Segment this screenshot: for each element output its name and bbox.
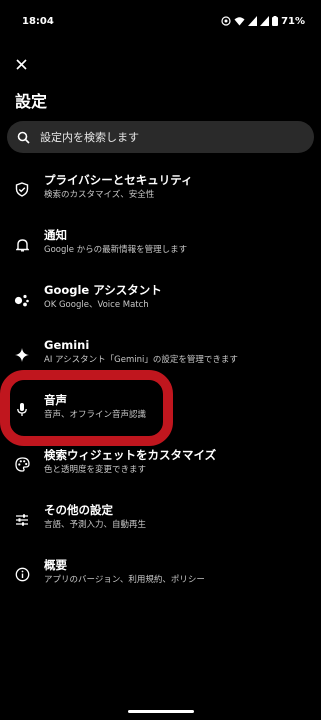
palette-icon xyxy=(14,457,30,473)
setting-subtitle: AI アシスタント「Gemini」の設定を管理できます xyxy=(44,355,238,365)
setting-title: 通知 xyxy=(44,228,67,242)
bell-icon xyxy=(14,237,30,253)
setting-subtitle: 言語、予測入力、自動再生 xyxy=(44,520,147,530)
wifi-icon xyxy=(234,17,245,26)
info-icon xyxy=(14,567,30,583)
assistant-icon xyxy=(14,292,30,308)
setting-notifications[interactable]: 通知 Google からの最新情報を管理します xyxy=(0,217,321,272)
setting-voice[interactable]: 音声 音声、オフライン音声認識 xyxy=(0,382,321,437)
microphone-icon xyxy=(14,402,30,418)
clock: 18:04 xyxy=(22,15,54,27)
setting-title: Gemini xyxy=(44,338,90,352)
hotspot-icon xyxy=(221,16,231,26)
search-input[interactable] xyxy=(40,130,314,144)
setting-subtitle: 検索のカスタマイズ、安全性 xyxy=(44,190,155,200)
setting-search-widget[interactable]: 検索ウィジェットをカスタマイズ 色と透明度を変更できます xyxy=(0,437,321,492)
setting-subtitle: アプリのバージョン、利用規約、ポリシー xyxy=(44,575,205,585)
signal-icon xyxy=(248,16,258,26)
setting-title: 音声 xyxy=(44,393,67,407)
page-title: 設定 xyxy=(15,92,48,111)
setting-subtitle: Google からの最新情報を管理します xyxy=(44,245,188,255)
battery-icon xyxy=(272,16,279,26)
close-button[interactable] xyxy=(11,54,31,74)
navigation-handle[interactable] xyxy=(128,710,194,713)
settings-list: プライバシーとセキュリティ 検索のカスタマイズ、安全性 通知 Google から… xyxy=(0,162,321,602)
sparkle-icon xyxy=(14,347,30,363)
shield-icon xyxy=(14,182,30,198)
status-bar: 18:04 71% xyxy=(0,0,321,42)
setting-title: プライバシーとセキュリティ xyxy=(44,173,193,187)
signal-2-icon xyxy=(260,16,270,26)
battery-percent: 71% xyxy=(281,15,305,27)
setting-about[interactable]: 概要 アプリのバージョン、利用規約、ポリシー xyxy=(0,547,321,602)
setting-gemini[interactable]: Gemini AI アシスタント「Gemini」の設定を管理できます xyxy=(0,327,321,382)
setting-google-assistant[interactable]: Google アシスタント OK Google、Voice Match xyxy=(0,272,321,327)
sliders-icon xyxy=(14,512,30,528)
setting-subtitle: 音声、オフライン音声認識 xyxy=(44,410,147,420)
setting-title: Google アシスタント xyxy=(44,283,162,297)
setting-title: 検索ウィジェットをカスタマイズ xyxy=(44,448,217,462)
setting-subtitle: 色と透明度を変更できます xyxy=(44,465,147,475)
setting-title: その他の設定 xyxy=(44,503,113,517)
close-icon xyxy=(15,58,27,70)
setting-other[interactable]: その他の設定 言語、予測入力、自動再生 xyxy=(0,492,321,547)
search-icon xyxy=(17,131,30,144)
setting-title: 概要 xyxy=(44,558,67,572)
search-bar[interactable] xyxy=(7,121,314,153)
setting-privacy-security[interactable]: プライバシーとセキュリティ 検索のカスタマイズ、安全性 xyxy=(0,162,321,217)
setting-subtitle: OK Google、Voice Match xyxy=(44,300,149,310)
